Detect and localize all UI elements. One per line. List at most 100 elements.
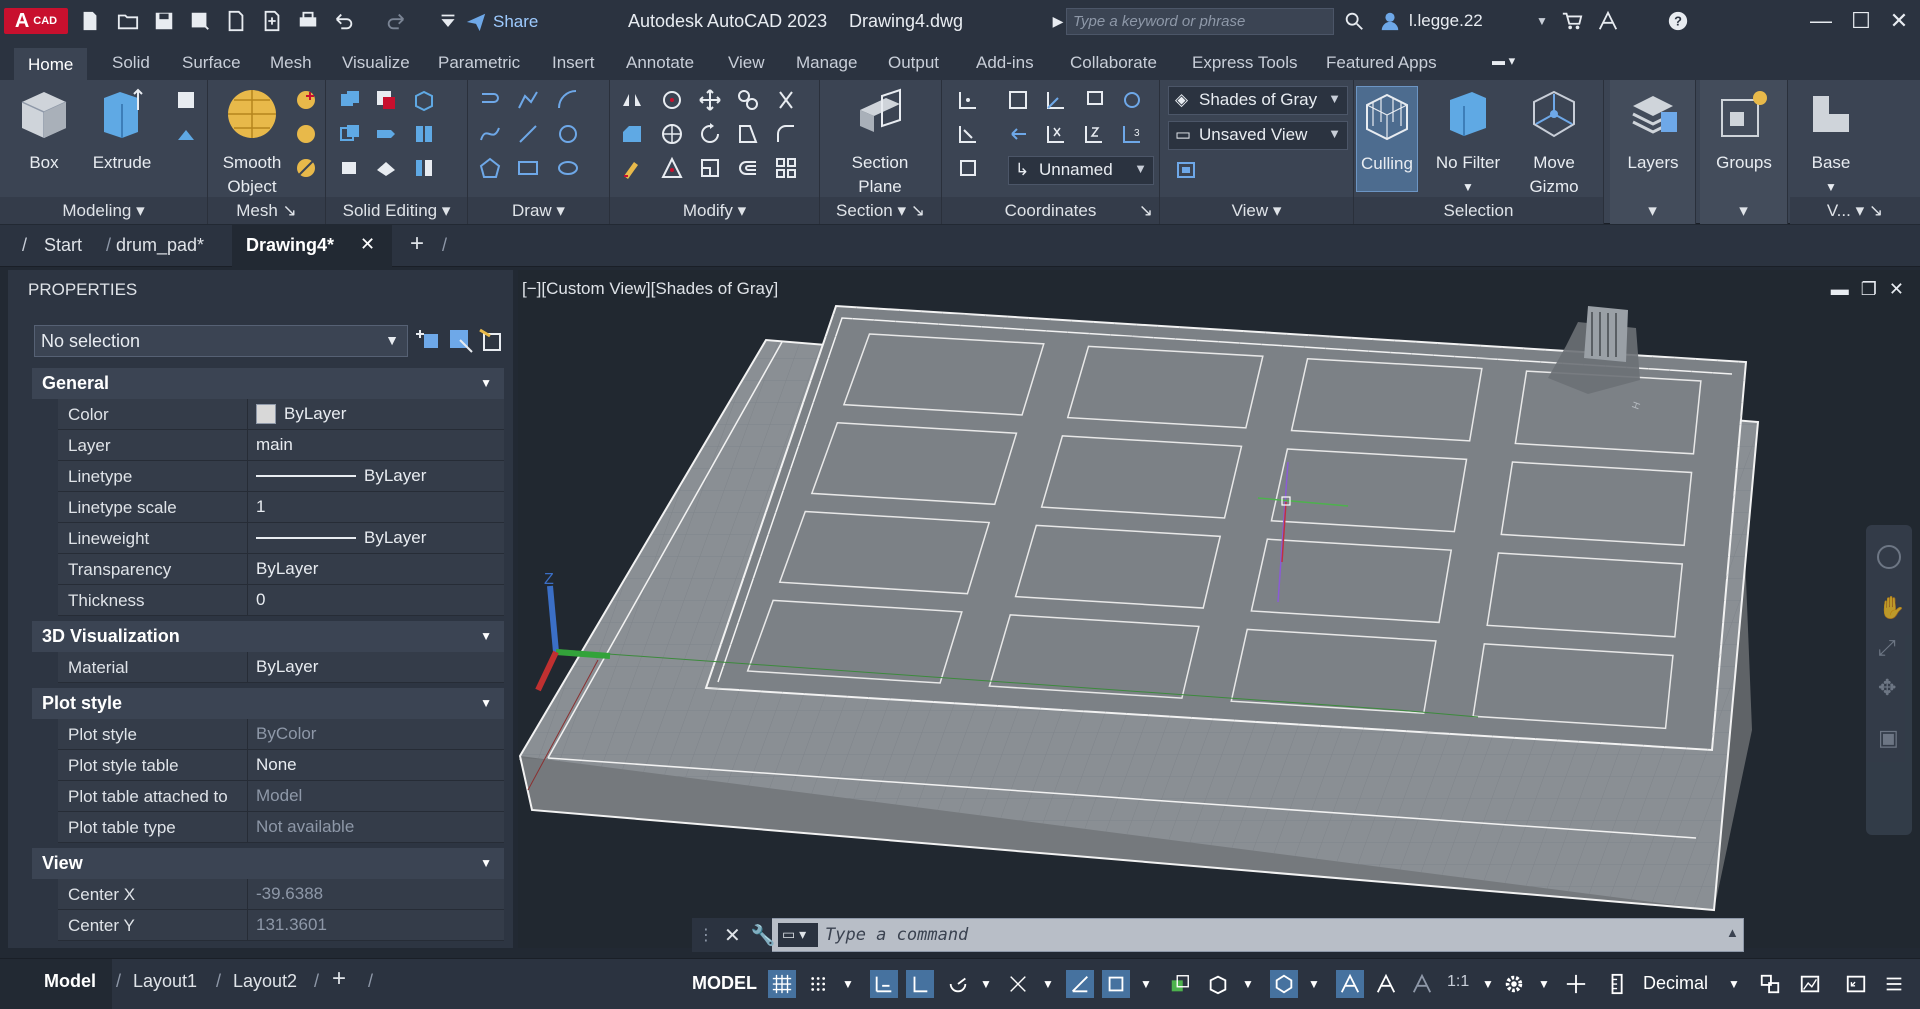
viewport-configuration-icon[interactable] [1172, 156, 1200, 184]
box-button[interactable]: Box [14, 86, 74, 175]
dynamic-ucs-icon[interactable] [1270, 970, 1298, 998]
trim-icon[interactable] [772, 86, 800, 114]
ucs-previous-icon[interactable] [1004, 120, 1032, 148]
plot-icon[interactable] [296, 10, 320, 32]
viewport-controls-label[interactable]: [−][Custom View][Shades of Gray] [522, 279, 778, 299]
grid-icon[interactable] [768, 970, 796, 998]
property-value[interactable]: ByLayer [248, 652, 504, 682]
tab-add-ins[interactable]: Add-ins [962, 48, 1048, 80]
property-value[interactable]: 1 [248, 492, 504, 522]
auto-scale-icon[interactable] [1372, 970, 1400, 998]
user-name[interactable]: l.legge.22 [1409, 11, 1483, 31]
selection-filter-dropdown-icon[interactable]: ▼ [1300, 970, 1328, 998]
panel-modify-title[interactable]: Modify ▾ [610, 197, 819, 224]
3d-rotate-icon[interactable] [658, 86, 686, 114]
doc-tab-drum-pad[interactable]: drum_pad* [102, 225, 218, 267]
infer-constraints-icon[interactable] [870, 970, 898, 998]
polysolid-icon[interactable] [172, 122, 200, 150]
property-value[interactable]: ByLayer [248, 523, 504, 553]
ucs-face-icon[interactable] [954, 120, 982, 148]
layout-tab-model[interactable]: Model [44, 971, 96, 992]
offset-icon[interactable] [734, 154, 762, 182]
intersect-icon[interactable] [336, 120, 364, 148]
minimize-icon[interactable]: — [1806, 6, 1836, 36]
viewport-restore-icon[interactable]: ❐ [1861, 279, 1877, 300]
save-as-icon[interactable] [188, 10, 212, 32]
3d-snap-dropdown-icon[interactable]: ▼ [1234, 970, 1262, 998]
fillet-icon[interactable] [772, 120, 800, 148]
tab-featured-apps[interactable]: Featured Apps [1312, 48, 1451, 80]
transparency-icon[interactable] [1166, 970, 1194, 998]
property-section-header[interactable]: 3D Visualization ▼ [32, 621, 504, 652]
tab-express-tools[interactable]: Express Tools [1178, 48, 1312, 80]
quick-select-icon[interactable] [476, 326, 504, 354]
model-space-toggle[interactable]: MODEL [692, 973, 757, 994]
ortho-mode-icon[interactable] [906, 970, 934, 998]
property-row[interactable]: Thickness 0 [58, 585, 504, 616]
panel-draw-title[interactable]: Draw ▾ [468, 197, 609, 224]
line-icon[interactable] [476, 86, 504, 114]
command-input[interactable]: Type a command [825, 925, 968, 945]
command-line-close-icon[interactable]: ✕ [724, 923, 741, 948]
tab-manage[interactable]: Manage [782, 48, 871, 80]
undo-icon[interactable] [332, 10, 356, 32]
annotation-visibility-icon[interactable] [1336, 970, 1364, 998]
ucs-3point-icon[interactable]: 3 [1118, 120, 1146, 148]
open-file-icon[interactable] [116, 10, 140, 32]
visual-style-dropdown[interactable]: ◈ Shades of Gray ▼ [1168, 86, 1348, 115]
steering-wheel-icon[interactable] [1877, 545, 1901, 569]
annotation-monitor-icon[interactable] [1562, 970, 1590, 998]
scale-icon[interactable] [734, 120, 762, 148]
panel-mesh-title[interactable]: Mesh ↘ [208, 197, 325, 224]
property-row[interactable]: Plot style table None [58, 750, 504, 781]
section-plane-button[interactable]: Section Plane [834, 86, 926, 199]
layout-tab-layout1[interactable]: Layout1 [133, 971, 197, 992]
property-section-header[interactable]: Plot style ▼ [32, 688, 504, 719]
3d-array-icon[interactable] [658, 120, 686, 148]
mesh-smooth-less-icon[interactable] [292, 120, 320, 148]
rotate-icon[interactable] [696, 120, 724, 148]
property-value[interactable]: ByLayer [248, 399, 504, 429]
collapse-arrow-icon[interactable]: ▼ [480, 856, 492, 870]
property-row[interactable]: Plot table type Not available [58, 812, 504, 843]
property-row[interactable]: Material ByLayer [58, 652, 504, 683]
scale-dropdown-icon[interactable]: ▼ [1474, 970, 1502, 998]
help-search-input[interactable]: Type a keyword or phrase [1066, 8, 1334, 35]
user-dropdown-icon[interactable]: ▼ [1530, 10, 1554, 32]
property-section-header[interactable]: View ▼ [32, 848, 504, 879]
isodraft-dropdown-icon[interactable]: ▼ [1034, 970, 1062, 998]
customize-toolbar-icon[interactable] [436, 10, 460, 32]
culling-button[interactable]: Culling [1356, 86, 1418, 192]
solid-history-icon[interactable] [410, 86, 438, 114]
object-snap-icon[interactable] [1102, 970, 1130, 998]
union-icon[interactable] [336, 86, 364, 114]
save-to-web-icon[interactable] [260, 10, 284, 32]
tab-surface[interactable]: Surface [168, 48, 255, 80]
groups-dropdown-icon[interactable]: ▾ [1700, 197, 1787, 224]
clean-screen-icon[interactable] [1842, 970, 1870, 998]
collapse-arrow-icon[interactable]: ▼ [480, 376, 492, 390]
property-row[interactable]: Linetype ByLayer [58, 461, 504, 492]
panel-view-base-title[interactable]: V... ▾ ↘ [1790, 197, 1920, 224]
property-row[interactable]: Linetype scale 1 [58, 492, 504, 523]
ellipse-icon[interactable] [554, 154, 582, 182]
cart-icon[interactable] [1560, 10, 1584, 32]
thicken-icon[interactable] [336, 154, 364, 182]
application-menu-button[interactable]: A CAD [4, 8, 68, 34]
subtract-icon[interactable] [372, 86, 400, 114]
panel-modeling-title[interactable]: Modeling ▾ [0, 197, 207, 224]
viewport-minimize-icon[interactable]: ▬ [1831, 279, 1849, 300]
new-file-icon[interactable] [78, 10, 102, 32]
polyline-icon[interactable] [514, 86, 542, 114]
command-line-grip-icon[interactable]: ⋮ [698, 925, 714, 945]
ucs-named-icon[interactable] [954, 154, 982, 182]
units-dropdown-icon[interactable]: ▼ [1720, 970, 1748, 998]
property-value[interactable]: ByLayer [248, 554, 504, 584]
viewport-close-icon[interactable]: ✕ [1889, 279, 1904, 300]
ucs-icon[interactable] [954, 86, 982, 114]
property-row[interactable]: Transparency ByLayer [58, 554, 504, 585]
panel-view-title[interactable]: View ▾ [1160, 197, 1353, 224]
tab-annotate[interactable]: Annotate [612, 48, 708, 80]
units-value[interactable]: Decimal [1643, 973, 1708, 994]
property-row[interactable]: Color ByLayer [58, 399, 504, 430]
